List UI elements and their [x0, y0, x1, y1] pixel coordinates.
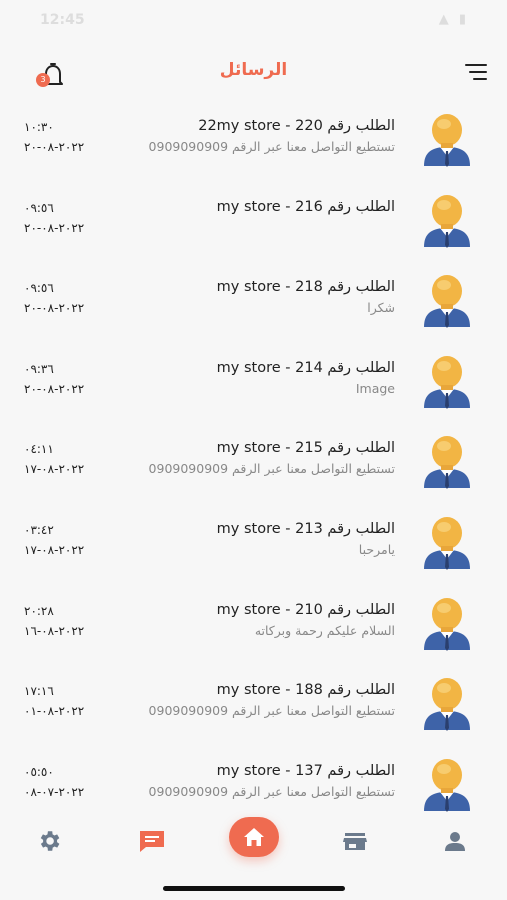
avatar [424, 517, 470, 570]
conversation-row[interactable]: ٠٩:٥٦ ٢٠٢٢-٠٨-٢٠ my store - الطلب رقم 21… [0, 261, 507, 341]
conversation-preview: يامرحبا [359, 542, 395, 557]
conversation-date: ٢٠٢٢-٠٨-٢٠ [24, 381, 85, 396]
avatar [424, 758, 470, 812]
avatar [424, 114, 470, 167]
menu-line [469, 71, 487, 73]
preview-phone: 0909090909 [148, 139, 229, 154]
preview-phone: 0909090909 [148, 783, 229, 799]
conversation-row[interactable]: ٠٣:٤٢ ٢٠٢٢-٠٨-١٧ my store - الطلب رقم 21… [0, 503, 507, 583]
chat-icon [140, 831, 164, 852]
avatar [424, 355, 470, 409]
tab-profile[interactable] [442, 828, 474, 854]
conversation-time: ٠٩:٥٦ [24, 281, 54, 296]
conversation-date: ٢٠٢٢-٠٨-١٦ [24, 623, 85, 638]
conversation-preview: السلام عليكم رحمة وبركاته [255, 623, 395, 638]
conversation-date: ٢٠٢٢-٠٨-١٧ [24, 462, 85, 477]
conversation-preview: Image [356, 381, 395, 396]
gear-icon [40, 831, 60, 851]
conversation-title: my store - الطلب رقم 218 [216, 279, 395, 296]
conversation-time: ٠٤:١١ [24, 442, 54, 457]
conversation-row[interactable]: ١٠:٣٠ ٢٠٢٢-٠٨-٢٠ 22my store - الطلب رقم … [0, 100, 507, 180]
menu-line [465, 64, 487, 66]
conversation-preview: تستطيع التواصل معنا عبر الرقم 0909090909 [149, 461, 395, 476]
tab-bar [0, 808, 507, 900]
conversation-preview: تستطيع التواصل معنا عبر الرقم 0909090909 [149, 784, 395, 799]
conversation-row[interactable]: ٠٩:٣٦ ٢٠٢٢-٠٨-٢٠ my store - الطلب رقم 21… [0, 342, 507, 422]
preview-phone: 0909090909 [148, 703, 229, 719]
conversation-date: ٢٠٢٢-٠٨-١٧ [24, 543, 85, 557]
preview-text: يامرحبا [358, 542, 395, 557]
conversation-title: my store - الطلب رقم 215 [216, 440, 395, 457]
preview-text: السلام عليكم رحمة وبركاته [254, 622, 395, 638]
avatar [424, 275, 470, 329]
conversation-date: ٢٠٢٢-٠٨-٢٠ [24, 140, 85, 154]
preview-text: تستطيع التواصل معنا عبر الرقم [228, 703, 395, 719]
conversation-time: ١٧:١٦ [24, 684, 54, 699]
menu-line [473, 78, 487, 80]
conversation-time: ١٠:٣٠ [24, 120, 54, 134]
conversation-title: my store - الطلب رقم 210 [216, 601, 395, 618]
avatar [424, 436, 470, 490]
status-bar: 12:45 ▲ ▮ [0, 0, 507, 44]
avatar [424, 678, 470, 732]
page-title: الرسائل [219, 60, 288, 80]
header: 3 الرسائل [0, 44, 507, 104]
conversation-time: ٠٥:٥٠ [24, 764, 54, 779]
home-indicator [163, 886, 345, 891]
conversation-time: ٠٩:٥٦ [24, 200, 54, 215]
tab-settings[interactable] [36, 828, 68, 854]
conversation-row[interactable]: ٠٩:٥٦ ٢٠٢٢-٠٨-٢٠ my store - الطلب رقم 21… [0, 181, 507, 261]
store-icon [343, 833, 367, 850]
conversation-title: my store - الطلب رقم 213 [216, 521, 395, 537]
conversation-time: ٠٩:٣٦ [24, 361, 54, 376]
status-time: 12:45 [40, 12, 85, 28]
home-icon [244, 828, 264, 846]
conversation-title: 22my store - الطلب رقم 220 [198, 118, 395, 134]
conversation-preview: تستطيع التواصل معنا عبر الرقم 0909090909 [149, 703, 395, 718]
preview-text: Image [355, 380, 395, 396]
conversation-date: ٢٠٢٢-٠٨-٢٠ [24, 220, 85, 235]
user-icon [445, 832, 465, 851]
preview-phone: 0909090909 [148, 461, 229, 477]
conversation-time: ٠٣:٤٢ [24, 523, 54, 537]
conversation-time: ٢٠:٢٨ [24, 603, 54, 618]
tab-messages[interactable] [137, 828, 169, 854]
preview-text: شكرا [367, 300, 395, 316]
conversation-date: ٢٠٢٢-٠٧-٠٨ [24, 784, 85, 799]
avatar [424, 194, 470, 248]
tab-store[interactable] [341, 828, 373, 854]
conversation-title: my store - الطلب رقم 188 [216, 682, 395, 699]
conversation-title: my store - الطلب رقم 137 [216, 762, 395, 779]
conversation-date: ٢٠٢٢-٠٨-٠١ [24, 704, 85, 719]
conversation-title: my store - الطلب رقم 214 [216, 359, 395, 376]
avatar [424, 597, 470, 651]
conversation-preview: تستطيع التواصل معنا عبر الرقم 0909090909 [149, 139, 395, 154]
conversation-row[interactable]: ٢٠:٢٨ ٢٠٢٢-٠٨-١٦ my store - الطلب رقم 21… [0, 584, 507, 664]
status-icons: ▲ ▮ [438, 12, 469, 27]
tab-home[interactable] [229, 817, 279, 857]
conversation-title: my store - الطلب رقم 216 [216, 198, 395, 215]
preview-text: تستطيع التواصل معنا عبر الرقم [228, 461, 395, 477]
conversation-preview: شكرا [367, 300, 395, 315]
conversation-row[interactable]: ١٧:١٦ ٢٠٢٢-٠٨-٠١ my store - الطلب رقم 18… [0, 664, 507, 744]
conversation-row[interactable]: ٠٤:١١ ٢٠٢٢-٠٨-١٧ my store - الطلب رقم 21… [0, 422, 507, 502]
preview-text: تستطيع التواصل معنا عبر الرقم [228, 783, 395, 799]
menu-button[interactable] [461, 64, 487, 84]
conversation-date: ٢٠٢٢-٠٨-٢٠ [24, 301, 85, 316]
preview-text: تستطيع التواصل معنا عبر الرقم [228, 139, 395, 154]
